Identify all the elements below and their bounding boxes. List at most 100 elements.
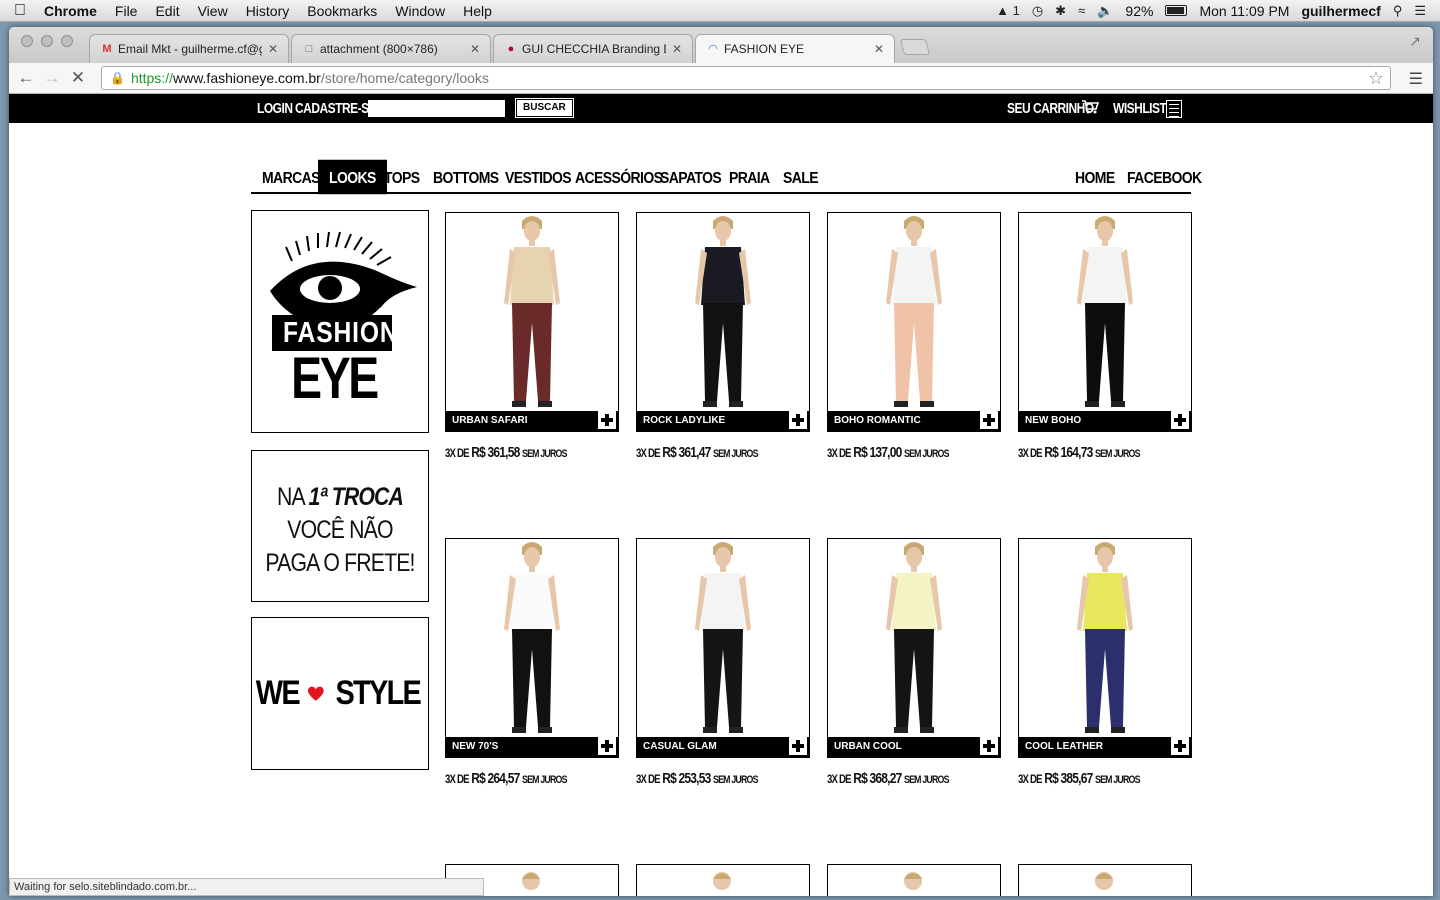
menu-file[interactable]: File [106, 3, 147, 19]
bluetooth-icon[interactable]: ✱ [1055, 3, 1066, 19]
product-card-partial[interactable] [1018, 864, 1192, 896]
close-tab-icon[interactable]: ✕ [470, 42, 480, 56]
product-price: 3X DE R$ 368,27 SEM JUROS [827, 770, 966, 787]
model-photo [695, 542, 751, 733]
nav-facebook[interactable]: FACEBOOK [1116, 160, 1213, 195]
user-name[interactable]: guilhermecf [1301, 3, 1380, 19]
we-text: WE [255, 674, 301, 712]
spotlight-search-icon[interactable]: ⚲ [1393, 3, 1403, 19]
price-prefix: 3X DE [636, 446, 661, 460]
apple-icon[interactable]:  [0, 2, 40, 20]
fullscreen-icon[interactable]: ↗ [1409, 33, 1421, 50]
add-plus-icon[interactable] [1171, 411, 1189, 429]
mac-menubar:  Chrome File Edit View History Bookmark… [0, 0, 1440, 22]
nav-sale[interactable]: SALE [772, 160, 829, 195]
shopping-cart-icon[interactable] [1081, 99, 1099, 115]
search-input[interactable] [368, 100, 505, 117]
bookmark-star-icon[interactable]: ☆ [1368, 68, 1384, 89]
minimize-window-button[interactable] [41, 35, 53, 47]
product-card[interactable]: ROCK LADYLIKE 3X DE R$ 361,47 SEM JUROS [636, 212, 810, 461]
wishlist-link[interactable]: WISHLIST [1113, 100, 1167, 117]
lock-icon[interactable]: 🔒 [110, 71, 125, 85]
chrome-menu-icon[interactable]: ☰ [1409, 69, 1423, 89]
product-price: 3X DE R$ 385,67 SEM JUROS [1018, 770, 1157, 787]
url-scheme: https:// [130, 70, 173, 86]
add-plus-icon[interactable] [980, 737, 998, 755]
product-name: URBAN SAFARI [446, 411, 618, 431]
model-head-icon [522, 872, 540, 890]
product-card[interactable]: COOL LEATHER 3X DE R$ 385,67 SEM JUROS [1018, 538, 1192, 787]
product-price: 3X DE R$ 164,73 SEM JUROS [1018, 444, 1157, 461]
tab-attachment[interactable]: □ attachment (800×786) ✕ [291, 34, 491, 63]
menu-view[interactable]: View [189, 3, 237, 19]
battery-icon[interactable] [1165, 5, 1188, 16]
close-window-button[interactable] [21, 35, 33, 47]
product-image[interactable]: ROCK LADYLIKE [636, 212, 810, 432]
fashion-eye-logo[interactable]: FASHION EYE [251, 210, 429, 433]
stop-loading-icon[interactable]: ✕ [65, 68, 91, 88]
product-card-partial[interactable] [827, 864, 1001, 896]
add-plus-icon[interactable] [598, 411, 616, 429]
close-tab-icon[interactable]: ✕ [874, 42, 884, 56]
product-card-partial[interactable] [636, 864, 810, 896]
notification-list-icon[interactable]: ☰ [1414, 3, 1426, 19]
price-suffix: SEM JUROS [713, 448, 758, 460]
time-machine-icon[interactable]: ◷ [1032, 3, 1043, 19]
product-image[interactable]: URBAN SAFARI [445, 212, 619, 432]
product-name: URBAN COOL [828, 737, 1000, 757]
add-plus-icon[interactable] [789, 737, 807, 755]
menu-window[interactable]: Window [386, 3, 454, 19]
free-shipping-promo[interactable]: NA 1ª TROCA VOCÊ NÃO PAGA O FRETE! [251, 450, 429, 602]
product-card[interactable]: NEW BOHO 3X DE R$ 164,73 SEM JUROS [1018, 212, 1192, 461]
product-image[interactable]: URBAN COOL [827, 538, 1001, 758]
product-name: ROCK LADYLIKE [637, 411, 809, 431]
address-bar[interactable]: 🔒 https:// www.fashioneye.com.br /store/… [101, 66, 1391, 90]
wishlist-list-icon[interactable] [1166, 100, 1182, 118]
product-card[interactable]: URBAN COOL 3X DE R$ 368,27 SEM JUROS [827, 538, 1001, 787]
product-image[interactable]: COOL LEATHER [1018, 538, 1192, 758]
forward-arrow-icon[interactable]: → [39, 68, 65, 88]
window-controls [21, 35, 73, 47]
price-prefix: 3X DE [1018, 772, 1043, 786]
price-prefix: 3X DE [827, 772, 852, 786]
product-image[interactable]: NEW BOHO [1018, 212, 1192, 432]
search-button[interactable]: BUSCAR [515, 98, 574, 118]
menu-app-name[interactable]: Chrome [40, 3, 106, 19]
add-plus-icon[interactable] [789, 411, 807, 429]
promo-line-3: PAGA O FRETE! [265, 549, 415, 577]
product-image[interactable]: NEW 70'S [445, 538, 619, 758]
tab-fashion-eye[interactable]: ◠ FASHION EYE ✕ [695, 34, 895, 63]
back-arrow-icon[interactable]: ← [13, 68, 39, 88]
we-love-style-banner[interactable]: WE STYLE [251, 617, 429, 770]
model-photo [504, 216, 560, 407]
menu-edit[interactable]: Edit [146, 3, 188, 19]
signup-link[interactable]: CADASTRE-SE [295, 100, 377, 117]
close-tab-icon[interactable]: ✕ [672, 42, 682, 56]
wifi-icon[interactable]: ≈ [1078, 3, 1085, 18]
add-plus-icon[interactable] [980, 411, 998, 429]
close-tab-icon[interactable]: ✕ [268, 42, 278, 56]
menu-bookmarks[interactable]: Bookmarks [298, 3, 386, 19]
new-tab-button[interactable] [899, 39, 931, 55]
add-plus-icon[interactable] [1171, 737, 1189, 755]
product-card[interactable]: CASUAL GLAM 3X DE R$ 253,53 SEM JUROS [636, 538, 810, 787]
product-image[interactable]: CASUAL GLAM [636, 538, 810, 758]
menu-history[interactable]: History [237, 3, 299, 19]
login-link[interactable]: LOGIN [257, 100, 293, 117]
product-card[interactable]: NEW 70'S 3X DE R$ 264,57 SEM JUROS [445, 538, 619, 787]
price-value: R$ 385,67 [1044, 770, 1093, 787]
tab-email-mkt[interactable]: M Email Mkt - guilherme.cf@gm ✕ [89, 34, 289, 63]
tab-gui-checchia[interactable]: ● GUI CHECCHIA Branding Des ✕ [493, 34, 693, 63]
add-plus-icon[interactable] [598, 737, 616, 755]
price-value: R$ 361,58 [471, 444, 520, 461]
clock[interactable]: Mon 11:09 PM [1199, 3, 1289, 19]
price-suffix: SEM JUROS [522, 448, 567, 460]
product-card[interactable]: BOHO ROMANTIC 3X DE R$ 137,00 SEM JUROS [827, 212, 1001, 461]
adobe-icon[interactable]: ▲ 1 [996, 3, 1020, 18]
product-card[interactable]: URBAN SAFARI 3X DE R$ 361,58 SEM JUROS [445, 212, 619, 461]
product-image[interactable]: BOHO ROMANTIC [827, 212, 1001, 432]
model-photo [1077, 216, 1133, 407]
menu-help[interactable]: Help [454, 3, 501, 19]
zoom-window-button[interactable] [61, 35, 73, 47]
volume-icon[interactable]: 🔈 [1097, 3, 1113, 19]
